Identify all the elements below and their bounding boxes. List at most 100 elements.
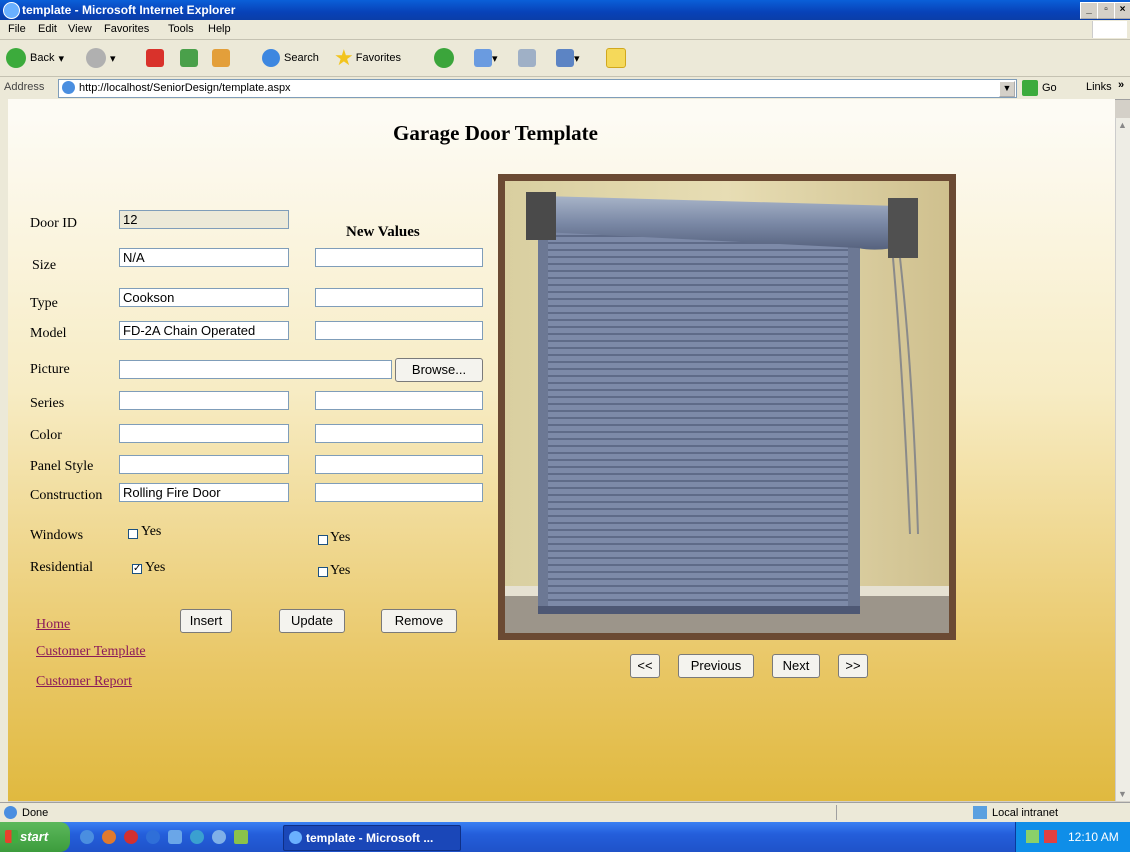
browse-button[interactable]: Browse... <box>395 358 483 382</box>
panel-style-new-input[interactable] <box>315 455 483 474</box>
menu-help[interactable]: Help <box>208 23 231 35</box>
edit-icon <box>556 49 574 67</box>
quicklaunch-desktop-icon[interactable] <box>234 830 248 844</box>
model-label: Model <box>30 326 67 341</box>
menu-edit[interactable]: Edit <box>38 23 57 35</box>
scroll-up-icon[interactable]: ▲ <box>1118 120 1127 130</box>
stop-button[interactable] <box>146 46 164 70</box>
menu-file[interactable]: File <box>8 23 26 35</box>
close-button[interactable]: × <box>1114 2 1130 19</box>
panel-style-label: Panel Style <box>30 459 94 474</box>
quicklaunch-firefox-icon[interactable] <box>102 830 116 844</box>
security-alert-icon[interactable] <box>1044 830 1057 843</box>
residential-current-yes: Yes <box>145 560 166 575</box>
type-new-input[interactable] <box>315 288 483 307</box>
messenger-button[interactable] <box>606 46 626 70</box>
new-values-header: New Values <box>346 224 420 240</box>
taskbar-item-template[interactable]: template - Microsoft ... <box>283 825 461 851</box>
menu-favorites[interactable]: Favorites <box>104 23 149 35</box>
links-button[interactable]: Links <box>1086 81 1112 93</box>
update-button[interactable]: Update <box>279 609 345 633</box>
remove-button[interactable]: Remove <box>381 609 457 633</box>
search-button[interactable]: Search <box>262 46 319 70</box>
customer-report-link[interactable]: Customer Report <box>36 674 132 690</box>
address-dropdown-icon[interactable]: ▼ <box>999 81 1015 97</box>
refresh-button[interactable] <box>180 46 198 70</box>
home-icon <box>212 49 230 67</box>
clock: 12:10 AM <box>1068 830 1119 844</box>
last-record-button[interactable]: >> <box>838 654 868 678</box>
series-input[interactable] <box>119 391 289 410</box>
picture-file-input[interactable] <box>119 360 392 379</box>
menu-bar: File Edit View Favorites Tools Help <box>0 20 1130 40</box>
series-label: Series <box>30 396 65 411</box>
color-new-input[interactable] <box>315 424 483 443</box>
quicklaunch-ie-icon[interactable] <box>80 830 94 844</box>
windows-logo-icon <box>1092 21 1127 38</box>
vertical-scrollbar[interactable]: ▲ ▼ <box>1115 118 1130 801</box>
series-new-input[interactable] <box>315 391 483 410</box>
go-arrow-icon <box>1022 80 1038 96</box>
page-content: New Values Door ID 12 Size N/A Type Cook… <box>8 118 1115 801</box>
scroll-down-icon[interactable]: ▼ <box>1118 789 1127 799</box>
residential-new-checkbox[interactable] <box>318 567 328 577</box>
quicklaunch-app-icon[interactable] <box>168 830 182 844</box>
type-input[interactable]: Cookson <box>119 288 289 307</box>
windows-new-yes: Yes <box>330 530 351 545</box>
intranet-icon <box>973 806 987 819</box>
next-button[interactable]: Next <box>772 654 820 678</box>
windows-current-checkbox[interactable] <box>128 529 138 539</box>
status-text: Done <box>22 807 49 819</box>
first-record-button[interactable]: << <box>630 654 660 678</box>
panel-style-input[interactable] <box>119 455 289 474</box>
search-icon <box>262 49 280 67</box>
print-button[interactable] <box>518 46 536 70</box>
edit-button[interactable]: ▾ <box>556 46 580 70</box>
forward-arrow-icon <box>86 48 106 68</box>
size-input[interactable]: N/A <box>119 248 289 267</box>
door-id-input[interactable]: 12 <box>119 210 289 229</box>
windows-new-checkbox[interactable] <box>318 535 328 545</box>
address-label: Address <box>4 81 45 93</box>
home-button[interactable] <box>212 46 230 70</box>
residential-current-checkbox[interactable]: ✓ <box>132 564 142 574</box>
model-new-input[interactable] <box>315 321 483 340</box>
status-bar: Done Local intranet <box>0 802 1130 823</box>
address-bar: Address http://localhost/SeniorDesign/te… <box>0 77 1130 100</box>
go-button[interactable]: Go <box>1022 80 1057 96</box>
back-dropdown-icon[interactable]: ▾ <box>58 52 64 65</box>
back-button[interactable]: Back ▾ <box>6 46 64 70</box>
windows-flag-icon <box>5 830 18 843</box>
menu-view[interactable]: View <box>68 23 92 35</box>
construction-input[interactable]: Rolling Fire Door <box>119 483 289 502</box>
favorites-button[interactable]: ★ Favorites <box>334 46 401 71</box>
previous-button[interactable]: Previous <box>678 654 754 678</box>
windows-label: Windows <box>30 528 84 543</box>
status-panes <box>836 805 967 820</box>
network-icon[interactable] <box>1026 830 1039 843</box>
size-new-input[interactable] <box>315 248 483 267</box>
security-zone: Local intranet <box>992 807 1059 819</box>
picture-label: Picture <box>30 362 70 377</box>
construction-label: Construction <box>30 488 103 503</box>
quicklaunch-search-icon[interactable] <box>190 830 204 844</box>
minimize-button[interactable]: _ <box>1080 2 1098 19</box>
menu-tools[interactable]: Tools <box>168 23 194 35</box>
customer-template-link[interactable]: Customer Template <box>36 644 146 660</box>
home-link[interactable]: Home <box>36 617 70 633</box>
model-input[interactable]: FD-2A Chain Operated <box>119 321 289 340</box>
quicklaunch-ie2-icon[interactable] <box>212 830 226 844</box>
color-input[interactable] <box>119 424 289 443</box>
mail-button[interactable]: ▾ <box>474 46 498 70</box>
address-input[interactable]: http://localhost/SeniorDesign/template.a… <box>58 79 1017 98</box>
start-button[interactable]: start <box>0 822 70 852</box>
toolbar: Back ▾ ▾ Search ★ Favorites ▾ ▾ <box>0 40 1130 77</box>
quicklaunch-player-icon[interactable] <box>146 830 160 844</box>
history-button[interactable] <box>434 46 458 70</box>
construction-new-input[interactable] <box>315 483 483 502</box>
chevron-right-icon[interactable]: » <box>1118 79 1124 91</box>
insert-button[interactable]: Insert <box>180 609 232 633</box>
quicklaunch-media-icon[interactable] <box>124 830 138 844</box>
maximize-button[interactable]: ▫ <box>1097 2 1115 19</box>
forward-button[interactable]: ▾ <box>86 46 116 70</box>
